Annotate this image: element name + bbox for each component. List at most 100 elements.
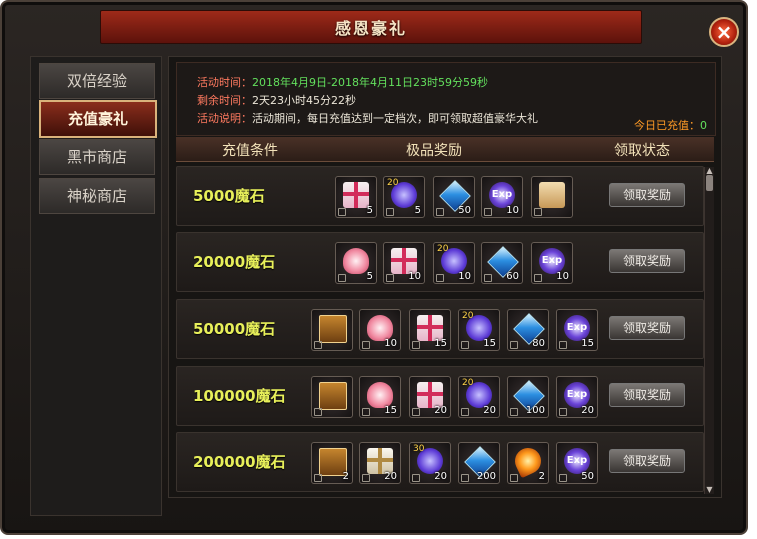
lotus-icon[interactable]: 10 (359, 309, 401, 351)
item-count: 5 (366, 271, 373, 282)
exp-orb-icon[interactable]: Exp 20 (556, 376, 598, 418)
event-desc-value: 活动期间，每日充值达到一定档次，即可领取超值豪华大礼 (252, 112, 538, 125)
item-count: 2 (342, 471, 349, 482)
remaining-time-line: 剩余时间：2天23小时45分22秒 (197, 92, 356, 108)
item-count: 80 (532, 338, 545, 349)
recharge-condition: 20000魔石 (193, 253, 276, 271)
event-desc-label: 活动说明： (197, 112, 252, 125)
item-count: 50 (581, 471, 594, 482)
exp-orb-icon[interactable]: Exp 15 (556, 309, 598, 351)
item-count: 20 (434, 405, 447, 416)
blue-crystal-icon[interactable]: 50 (433, 176, 475, 218)
event-time-value: 2018年4月9日-2018年4月11日23时59分59秒 (252, 76, 488, 89)
claim-reward-button[interactable]: 领取奖励 (609, 449, 685, 473)
item-count: 50 (458, 205, 471, 216)
event-desc-line: 活动说明：活动期间，每日充值达到一定档次，即可领取超值豪华大礼 (197, 110, 538, 126)
spirit-orb-icon[interactable]: 20 15 (458, 309, 500, 351)
item-count: 15 (384, 405, 397, 416)
claim-reward-button[interactable]: 领取奖励 (609, 316, 685, 340)
item-tag: 20 (462, 378, 474, 388)
blue-crystal-icon[interactable]: 100 (507, 376, 549, 418)
close-icon[interactable]: × (709, 17, 739, 47)
item-count: 60 (506, 271, 519, 282)
item-count: 10 (408, 271, 421, 282)
gift-box-icon[interactable]: 15 (409, 309, 451, 351)
spirit-orb-icon[interactable]: 30 20 (409, 442, 451, 484)
recharge-condition: 200000魔石 (193, 453, 286, 471)
reward-row: 50000魔石 10 15 20 15 80 Exp 15 领取奖励 (176, 299, 704, 359)
gift-box-icon[interactable]: 5 (335, 176, 377, 218)
charged-label: 今日已充值： (634, 119, 700, 132)
gift-box-icon[interactable]: 20 (409, 376, 451, 418)
claim-reward-button[interactable]: 领取奖励 (609, 249, 685, 273)
item-count: 2 (538, 471, 545, 482)
item-count: 20 (434, 471, 447, 482)
lotus-icon[interactable]: 15 (359, 376, 401, 418)
blue-crystal-icon[interactable]: 80 (507, 309, 549, 351)
claim-reward-button[interactable]: 领取奖励 (609, 183, 685, 207)
item-count: 200 (476, 471, 496, 482)
window-title: 感恩豪礼 (334, 19, 407, 38)
event-time-label: 活动时间： (197, 76, 252, 89)
spirit-orb-icon[interactable]: 20 10 (433, 242, 475, 284)
item-count: 10 (556, 271, 569, 282)
item-tag: 30 (413, 444, 425, 454)
exp-orb-icon[interactable]: Exp 50 (556, 442, 598, 484)
item-tag: 20 (387, 178, 399, 188)
treasure-chest-icon[interactable]: 2 (311, 442, 353, 484)
item-count: 15 (581, 338, 594, 349)
fire-gem-icon[interactable]: 2 (507, 442, 549, 484)
charged-today: 今日已充值：0 (634, 117, 707, 133)
reward-row: 5000魔石 5 20 5 50 Exp 10 领取奖励 (176, 166, 704, 226)
exp-orb-icon[interactable]: Exp 10 (481, 176, 523, 218)
column-status: 领取状态 (614, 143, 670, 159)
tab-recharge-gift[interactable]: 充值豪礼 (39, 100, 157, 138)
item-count: 10 (458, 271, 471, 282)
tab-double-exp[interactable]: 双倍经验 (39, 63, 155, 99)
treasure-chest-icon[interactable] (311, 376, 353, 418)
remaining-time-label: 剩余时间： (197, 94, 252, 107)
exp-orb-icon[interactable]: Exp 10 (531, 242, 573, 284)
scrollbar[interactable]: ▲ ▼ (704, 167, 714, 494)
item-count: 20 (483, 405, 496, 416)
item-count: 20 (384, 471, 397, 482)
spirit-orb-icon[interactable]: 20 5 (383, 176, 425, 218)
spirit-orb-icon[interactable]: 20 20 (458, 376, 500, 418)
treasure-chest-icon[interactable] (311, 309, 353, 351)
event-time-line: 活动时间：2018年4月9日-2018年4月11日23时59分59秒 (197, 74, 488, 90)
event-info: 活动时间：2018年4月9日-2018年4月11日23时59分59秒 剩余时间：… (176, 62, 716, 136)
item-count: 20 (581, 405, 594, 416)
lotus-icon[interactable]: 5 (335, 242, 377, 284)
white-gift-icon[interactable]: 20 (359, 442, 401, 484)
scroll-up-icon[interactable]: ▲ (705, 167, 714, 175)
scrollbar-thumb[interactable] (706, 175, 713, 191)
item-tag: 20 (437, 244, 449, 254)
sidebar: 双倍经验 充值豪礼 黑市商店 神秘商店 (30, 56, 162, 516)
item-count: 15 (434, 338, 447, 349)
gift-box-icon[interactable]: 10 (383, 242, 425, 284)
item-count: 5 (414, 205, 421, 216)
item-count: 5 (366, 205, 373, 216)
column-header: 充值条件 极品奖励 领取状态 (176, 137, 714, 162)
tab-label: 双倍经验 (66, 72, 127, 90)
item-count: 100 (525, 405, 545, 416)
reward-row: 200000魔石 2 20 30 20 200 2 Exp 50 领取奖励 (176, 432, 704, 492)
claim-reward-button[interactable]: 领取奖励 (609, 383, 685, 407)
recharge-condition: 5000魔石 (193, 187, 265, 205)
tab-label: 神秘商店 (66, 187, 127, 205)
window-title-bar: 感恩豪礼 (100, 10, 642, 44)
scroll-icon[interactable] (531, 176, 573, 218)
tab-label: 黑市商店 (66, 148, 127, 166)
reward-row: 20000魔石 5 10 20 10 60 Exp 10 领取奖励 (176, 232, 704, 292)
blue-crystal-icon[interactable]: 60 (481, 242, 523, 284)
scroll-down-icon[interactable]: ▼ (705, 486, 714, 494)
recharge-condition: 50000魔石 (193, 320, 276, 338)
remaining-time-value: 2天23小时45分22秒 (252, 94, 356, 107)
item-count: 10 (506, 205, 519, 216)
reward-row: 100000魔石 15 20 20 20 100 Exp 20 领取奖励 (176, 366, 704, 426)
blue-crystal-icon[interactable]: 200 (458, 442, 500, 484)
tab-mystery-shop[interactable]: 神秘商店 (39, 178, 155, 214)
tab-black-market[interactable]: 黑市商店 (39, 139, 155, 175)
column-reward: 极品奖励 (406, 143, 462, 159)
charged-value: 0 (700, 119, 707, 132)
